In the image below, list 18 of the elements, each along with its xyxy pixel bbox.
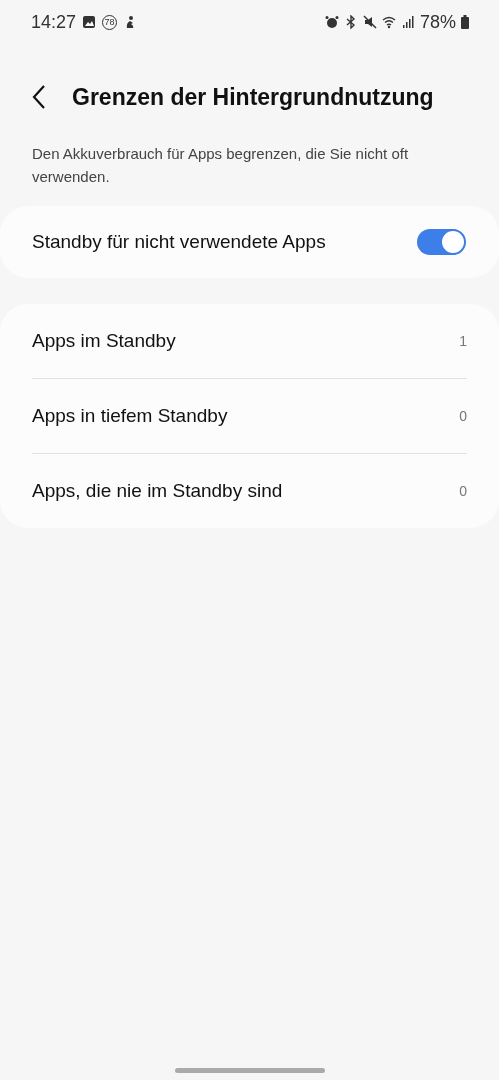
list-item[interactable]: Apps im Standby [32, 330, 460, 352]
image-icon [82, 15, 97, 29]
item-count: 1 [459, 333, 467, 349]
battery-icon [461, 15, 469, 29]
toggle-switch[interactable] [417, 229, 465, 255]
toggle-label: Standby für nicht verwendete Apps [32, 231, 327, 253]
battery-percentage: 78% [419, 11, 456, 33]
mute-icon [362, 15, 377, 29]
description-text: Den Akkuverbrauch für Apps begrenzen, die Sie nicht oft verwenden. [31, 144, 410, 187]
clock-time: 14:27 [31, 11, 77, 33]
wifi-icon [381, 15, 396, 29]
page-title: Grenzen der Hintergrundnutzung [72, 83, 434, 111]
list-item[interactable]: Apps in tiefem Standby [32, 405, 460, 427]
list-item[interactable]: Apps, die nie im Standby sind [32, 480, 460, 502]
item-count: 0 [459, 483, 467, 499]
alarm-icon [324, 15, 339, 29]
item-count: 0 [459, 408, 467, 424]
signal-icon [400, 15, 415, 29]
